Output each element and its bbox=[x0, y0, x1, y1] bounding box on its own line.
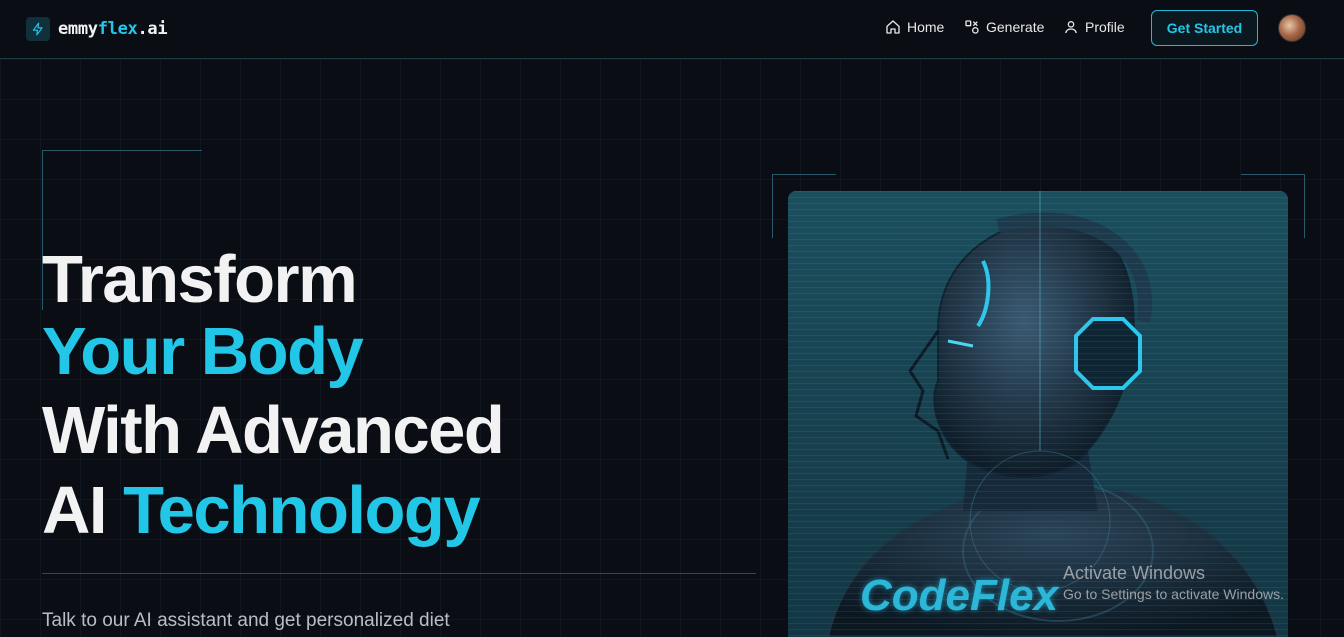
frame-corner bbox=[772, 174, 773, 238]
generate-icon bbox=[965, 20, 979, 34]
nav-profile[interactable]: Profile bbox=[1063, 19, 1125, 35]
image-label: CodeFlex bbox=[860, 571, 1059, 620]
watermark-title: Activate Windows bbox=[1063, 563, 1206, 583]
activate-windows-watermark: Activate Windows Go to Settings to activ… bbox=[1063, 563, 1284, 602]
nav-generate[interactable]: Generate bbox=[964, 19, 1044, 35]
corner-accent bbox=[42, 150, 202, 151]
brand-logo[interactable]: emmyflex.ai bbox=[26, 17, 168, 41]
top-nav: emmyflex.ai Home Generate Profile Get St… bbox=[0, 0, 1344, 59]
get-started-button[interactable]: Get Started bbox=[1151, 10, 1258, 46]
avatar[interactable] bbox=[1278, 14, 1306, 42]
hero-line-3: With Advanced bbox=[42, 393, 505, 468]
nav-generate-label: Generate bbox=[986, 19, 1045, 35]
user-icon bbox=[1065, 21, 1077, 34]
hero-line-1: Transform bbox=[42, 242, 358, 317]
nav-home-label: Home bbox=[907, 19, 945, 35]
nav-profile-label: Profile bbox=[1085, 19, 1125, 35]
nav-home[interactable]: Home bbox=[885, 19, 944, 35]
home-icon bbox=[886, 20, 900, 34]
hero-divider bbox=[42, 573, 756, 574]
bolt-icon bbox=[26, 17, 50, 41]
watermark-subtitle: Go to Settings to activate Windows. bbox=[1063, 586, 1284, 602]
hero-line-4: AI Technology bbox=[42, 473, 481, 549]
brand-name: emmyflex.ai bbox=[58, 19, 168, 39]
frame-corner bbox=[1241, 174, 1305, 175]
hero-subtext: Talk to our AI assistant and get persona… bbox=[42, 610, 450, 631]
hero-line-4a: AI bbox=[42, 473, 124, 548]
frame-corner bbox=[772, 174, 836, 175]
hero-line-2: Your Body bbox=[42, 314, 364, 389]
hero-line-4b: Technology bbox=[123, 473, 481, 548]
frame-corner bbox=[1304, 174, 1305, 238]
